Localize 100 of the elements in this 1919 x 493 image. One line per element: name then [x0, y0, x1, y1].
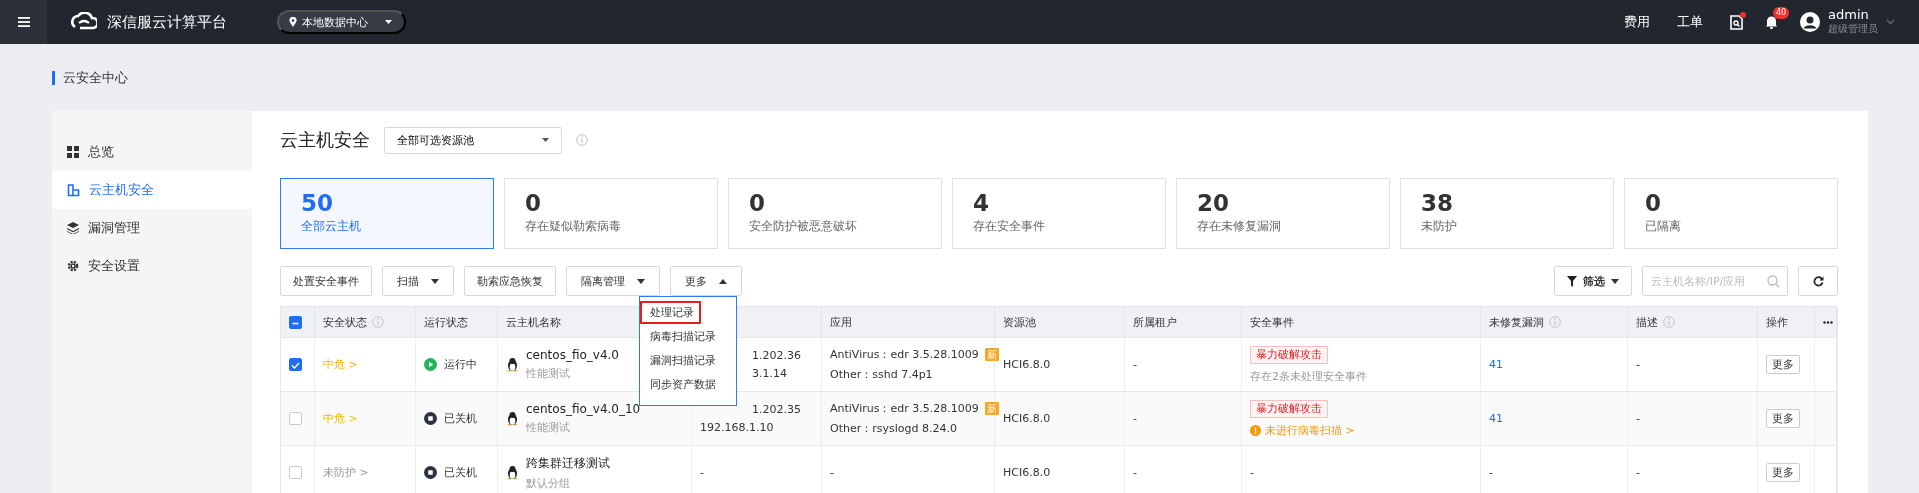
sidebar-item[interactable]: 安全设置: [52, 247, 252, 285]
sidebar-item[interactable]: 总览: [52, 133, 252, 171]
event-text: -: [1250, 466, 1255, 479]
more-button[interactable]: 更多: [1766, 355, 1800, 374]
penguin-icon: [506, 411, 519, 426]
menu-item[interactable]: 处理记录: [640, 301, 701, 324]
caret-icon: [542, 138, 549, 142]
column-header: 未修复漏洞: [1489, 314, 1544, 330]
column-header: 描述: [1636, 314, 1658, 330]
cloud-logo-icon: [71, 12, 97, 32]
stat-card[interactable]: 4 存在安全事件: [952, 178, 1166, 249]
menu-item[interactable]: 同步资产数据: [640, 373, 723, 396]
avatar-icon[interactable]: [1800, 12, 1820, 32]
ip-address: 1.202.35: [752, 403, 802, 416]
grid-icon: [67, 146, 79, 158]
checkbox[interactable]: [289, 412, 302, 425]
more-button[interactable]: 更多: [1766, 409, 1800, 428]
toolbar-button[interactable]: 处置安全事件: [280, 266, 372, 296]
filter-button[interactable]: 筛选: [1554, 266, 1632, 296]
host-name[interactable]: centos_fio_v4.0: [526, 348, 619, 362]
warning-icon: [1250, 424, 1261, 436]
app-version: Other：rsyslogd 8.24.0: [830, 421, 957, 436]
host-name[interactable]: 跨集群迁移测试: [526, 454, 610, 472]
location-pin-icon: [289, 17, 297, 27]
stat-card[interactable]: 0 安全防护被恶意破坏: [728, 178, 942, 249]
bell-icon[interactable]: [1765, 15, 1778, 29]
toolbar-button[interactable]: 勒索应急恢复: [464, 266, 556, 296]
app-version: AntiVirus：edr 3.5.28.1009: [830, 401, 979, 416]
page-title: 云主机安全: [280, 128, 370, 152]
resource-pool: HCI6.8.0: [1003, 412, 1052, 425]
brand-title: 深信服云计算平台: [107, 12, 227, 32]
tenant: -: [1133, 412, 1138, 425]
nav-link[interactable]: 费用: [1624, 13, 1650, 31]
column-header: 运行状态: [424, 314, 468, 330]
nav-link[interactable]: 工单: [1677, 13, 1703, 31]
notification-count: 40: [1773, 7, 1790, 19]
filter-icon: [1567, 275, 1577, 287]
chevron-down-icon[interactable]: [1886, 19, 1895, 25]
toolbar-dropdown-button[interactable]: 更多: [670, 266, 742, 296]
host-group: 性能测试: [526, 366, 619, 381]
app-version: AntiVirus：edr 3.5.28.1009: [830, 347, 979, 362]
toolbar-dropdown-button[interactable]: 隔离管理: [566, 266, 660, 296]
toolbar-dropdown-button[interactable]: 扫描: [382, 266, 454, 296]
description: -: [1636, 358, 1641, 371]
notification-dot: [1740, 11, 1746, 18]
resource-pool: HCI6.8.0: [1003, 466, 1052, 479]
app-version: -: [830, 466, 834, 479]
run-state: 已关机: [444, 465, 477, 480]
menu-item[interactable]: 漏洞扫描记录: [640, 349, 723, 372]
resource-pool: HCI6.8.0: [1003, 358, 1052, 371]
user-role: 超级管理员: [1828, 22, 1878, 36]
vulnerability-count[interactable]: 41: [1489, 412, 1627, 425]
event-tag: 暴力破解攻击: [1250, 345, 1328, 364]
new-badge: 新: [984, 348, 999, 361]
new-badge: 新: [984, 402, 999, 415]
event-tag: 暴力破解攻击: [1250, 399, 1328, 418]
stat-card[interactable]: 0 已隔离: [1624, 178, 1838, 249]
stat-card[interactable]: 38 未防护: [1400, 178, 1614, 249]
description: -: [1636, 466, 1641, 479]
host-name[interactable]: centos_fio_v4.0_10: [526, 402, 641, 416]
column-header: 资源池: [1003, 314, 1036, 330]
datacenter-dropdown[interactable]: 本地数据中心: [277, 10, 406, 34]
stat-card[interactable]: 50 全部云主机: [280, 178, 494, 249]
more-button[interactable]: 更多: [1766, 463, 1800, 482]
resource-pool-select[interactable]: 全部可选资源池: [384, 126, 562, 154]
event-note: 存在2条未处理安全事件: [1250, 368, 1368, 384]
checkbox[interactable]: [289, 315, 302, 329]
stat-card[interactable]: 20 存在未修复漏洞: [1176, 178, 1390, 249]
app-version: Other：sshd 7.4p1: [830, 367, 933, 382]
ip-address: 1.202.36: [752, 349, 802, 362]
column-header: 安全状态: [323, 314, 367, 330]
menu-button[interactable]: [0, 0, 47, 44]
caret-icon: [385, 20, 392, 24]
vulnerability-count[interactable]: 41: [1489, 358, 1627, 371]
sidebar-item[interactable]: 云主机安全: [52, 171, 252, 209]
refresh-icon: [1812, 275, 1824, 287]
caret-icon: [1611, 278, 1619, 284]
settings-icon: [67, 260, 79, 272]
caret-icon: [431, 278, 439, 284]
host-group: 默认分组: [526, 475, 610, 491]
document-icon[interactable]: [1730, 14, 1743, 30]
column-header: 应用: [830, 314, 852, 330]
column-header: 所属租户: [1133, 314, 1177, 330]
search-field[interactable]: 云主机名称/IP/应用: [1642, 266, 1788, 296]
description: -: [1636, 412, 1641, 425]
run-state: 已关机: [444, 411, 477, 426]
user-name: admin: [1828, 8, 1870, 22]
checkbox[interactable]: [289, 466, 302, 479]
stat-card[interactable]: 0 存在疑似勒索病毒: [504, 178, 718, 249]
ip-address: -: [700, 466, 705, 479]
caret-icon: [637, 278, 645, 284]
menu-item[interactable]: 病毒扫描记录: [640, 325, 723, 348]
run-state: 运行中: [444, 357, 477, 372]
ip-address: 3.1.14: [752, 367, 788, 380]
sidebar-item[interactable]: 漏洞管理: [52, 209, 252, 247]
checkbox[interactable]: [289, 358, 302, 371]
layers-icon: [67, 222, 79, 234]
more-icon[interactable]: [1823, 320, 1833, 324]
ip-address: 192.168.1.10: [700, 421, 775, 434]
refresh-button[interactable]: [1798, 266, 1838, 296]
